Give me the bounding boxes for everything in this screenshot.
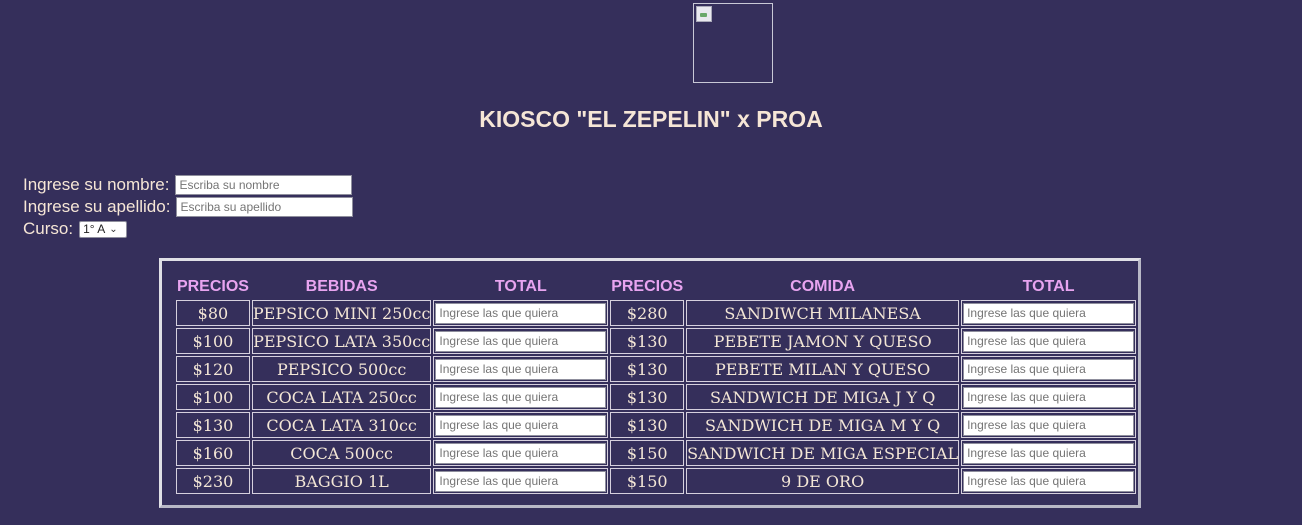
bebida-nombre: COCA 500cc (251, 440, 432, 466)
curso-row: Curso: 1° A ⌄ (23, 218, 353, 240)
table-row: $100 COCA LATA 250cc $130 SANDWICH DE MI… (176, 384, 1136, 410)
logo-image (693, 3, 773, 83)
comida-total-input[interactable] (963, 302, 1134, 324)
bebida-precio: $100 (176, 328, 250, 354)
apellido-row: Ingrese su apellido: (23, 196, 354, 218)
comida-precio: $130 (610, 412, 685, 438)
comida-total-input[interactable] (963, 386, 1134, 408)
bebida-total-cell (433, 468, 609, 494)
bebida-total-input[interactable] (435, 470, 607, 492)
bebida-precio: $120 (176, 356, 250, 382)
comida-total-cell (961, 384, 1136, 410)
student-form: Ingrese su nombre: Ingrese su apellido: … (23, 174, 354, 240)
comida-total-input[interactable] (963, 414, 1134, 436)
curso-label: Curso: (23, 219, 74, 238)
page-title: KIOSCO "EL ZEPELIN" x PROA (479, 106, 823, 132)
comida-total-input[interactable] (963, 358, 1134, 380)
bebida-nombre: PEPSICO 500cc (251, 356, 432, 382)
comida-total-cell (961, 468, 1136, 494)
bebida-total-input[interactable] (435, 386, 607, 408)
bebida-total-input[interactable] (435, 330, 607, 352)
nombre-input[interactable] (175, 175, 353, 195)
apellido-label: Ingrese su apellido: (23, 197, 171, 216)
bebida-total-cell (433, 300, 609, 326)
table-row: $120 PEPSICO 500cc $130 PEBETE MILAN Y Q… (176, 356, 1136, 382)
header-total-comida: TOTAL (1022, 278, 1075, 295)
bebida-total-input[interactable] (435, 358, 607, 380)
comida-precio: $130 (610, 356, 685, 382)
bebida-total-cell (433, 440, 609, 466)
bebida-total-cell (433, 328, 609, 354)
curso-select[interactable]: 1° A ⌄ (79, 220, 128, 238)
bebida-nombre: BAGGIO 1L (251, 468, 432, 494)
bebida-nombre: COCA LATA 250cc (251, 384, 432, 410)
bebida-nombre: COCA LATA 310cc (251, 412, 432, 438)
comida-precio: $150 (610, 468, 685, 494)
broken-image-icon (696, 6, 712, 22)
comida-total-cell (961, 300, 1136, 326)
comida-nombre: PEBETE MILAN Y QUESO (686, 356, 960, 382)
nombre-label: Ingrese su nombre: (23, 175, 170, 194)
bebida-total-input[interactable] (435, 442, 607, 464)
nombre-row: Ingrese su nombre: (23, 174, 353, 196)
header-total-bebidas: TOTAL (494, 278, 547, 295)
table-row: $80 PEPSICO MINI 250cc $280 SANDIWCH MIL… (176, 300, 1136, 326)
bebida-total-cell (433, 384, 609, 410)
header-precios-bebidas: PRECIOS (176, 278, 249, 295)
apellido-input[interactable] (176, 197, 354, 217)
bebida-total-cell (433, 412, 609, 438)
bebida-precio: $130 (176, 412, 250, 438)
bebida-precio: $80 (176, 300, 250, 326)
table-body: $80 PEPSICO MINI 250cc $280 SANDIWCH MIL… (176, 300, 1136, 494)
header-comida: COMIDA (790, 278, 856, 295)
bebida-nombre: PEPSICO LATA 350cc (251, 328, 432, 354)
comida-total-input[interactable] (963, 330, 1134, 352)
comida-precio: $280 (610, 300, 685, 326)
header-precios-comida: PRECIOS (611, 278, 684, 295)
bebida-precio: $230 (176, 468, 250, 494)
bebida-precio: $100 (176, 384, 250, 410)
table-row: $160 COCA 500cc $150 SANDWICH DE MIGA ES… (176, 440, 1136, 466)
menu-table-frame: PRECIOS BEBIDAS TOTAL PRECIOS COMIDA TOT… (159, 258, 1141, 508)
comida-precio: $130 (610, 384, 685, 410)
comida-total-cell (961, 440, 1136, 466)
comida-nombre: SANDWICH DE MIGA M Y Q (686, 412, 960, 438)
curso-selected-value: 1° A (83, 222, 106, 236)
comida-nombre: SANDWICH DE MIGA J Y Q (686, 384, 960, 410)
bebida-precio: $160 (176, 440, 250, 466)
comida-precio: $150 (610, 440, 685, 466)
table-row: $230 BAGGIO 1L $150 9 DE ORO (176, 468, 1136, 494)
chevron-down-icon: ⌄ (109, 223, 118, 235)
comida-precio: $130 (610, 328, 685, 354)
bebida-total-input[interactable] (435, 414, 607, 436)
comida-total-input[interactable] (963, 470, 1134, 492)
comida-total-cell (961, 328, 1136, 354)
comida-nombre: SANDWICH DE MIGA ESPECIAL (686, 440, 960, 466)
comida-nombre: 9 DE ORO (686, 468, 960, 494)
table-row: $100 PEPSICO LATA 350cc $130 PEBETE JAMO… (176, 328, 1136, 354)
header-bebidas: BEBIDAS (305, 278, 378, 295)
table-header-row: PRECIOS BEBIDAS TOTAL PRECIOS COMIDA TOT… (176, 276, 1136, 298)
comida-total-cell (961, 356, 1136, 382)
bebida-total-input[interactable] (435, 302, 607, 324)
bebida-nombre: PEPSICO MINI 250cc (251, 300, 432, 326)
comida-total-cell (961, 412, 1136, 438)
comida-total-input[interactable] (963, 442, 1134, 464)
comida-nombre: SANDIWCH MILANESA (686, 300, 960, 326)
bebida-total-cell (433, 356, 609, 382)
table-row: $130 COCA LATA 310cc $130 SANDWICH DE MI… (176, 412, 1136, 438)
comida-nombre: PEBETE JAMON Y QUESO (686, 328, 960, 354)
menu-table: PRECIOS BEBIDAS TOTAL PRECIOS COMIDA TOT… (174, 274, 1138, 496)
